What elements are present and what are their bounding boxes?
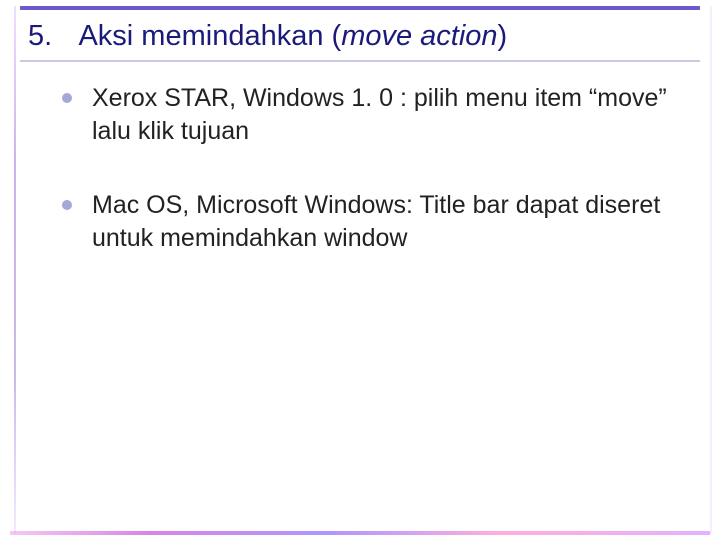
bullet-icon [62,93,72,103]
list-item: Xerox STAR, Windows 1. 0 : pilih menu it… [60,82,680,147]
slide-title: 5. Aksi memindahkan (move action) [28,18,692,56]
slide-body: Xerox STAR, Windows 1. 0 : pilih menu it… [60,82,680,296]
list-item: Mac OS, Microsoft Windows: Title bar dap… [60,189,680,254]
decorative-right-border [710,6,712,534]
bullet-icon [62,200,72,210]
title-text-italic: move action [341,20,497,52]
header-rule [20,6,700,10]
bullet-text: Xerox STAR, Windows 1. 0 : pilih menu it… [92,84,667,145]
title-underline [20,60,700,62]
title-text-after: ) [498,20,508,52]
decorative-bottom-border [10,531,710,535]
decorative-left-border [14,6,16,534]
title-number: 5. [28,18,72,56]
bullet-text: Mac OS, Microsoft Windows: Title bar dap… [92,191,660,252]
title-text-plain: Aksi memindahkan ( [78,20,341,52]
